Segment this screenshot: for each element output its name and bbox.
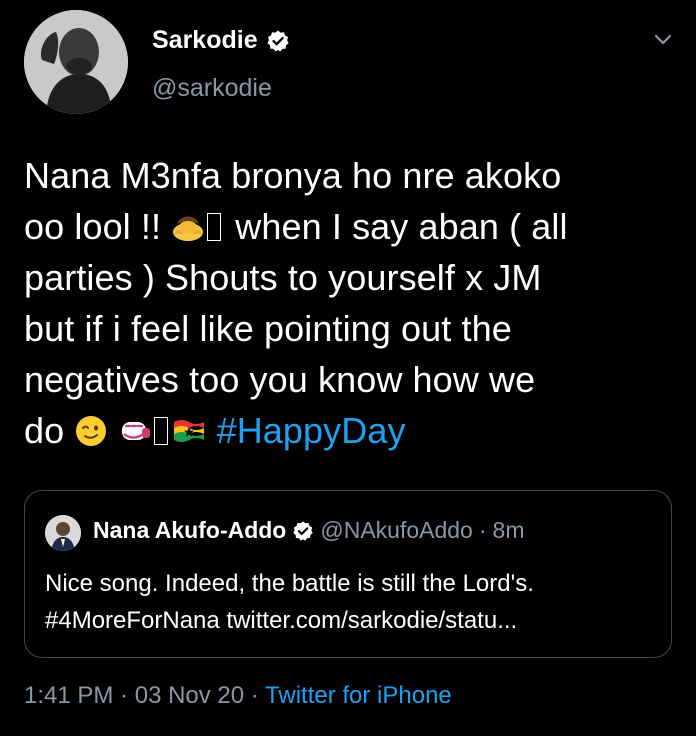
winking-face-emoji [74,414,108,448]
quoted-header: Nana Akufo-Addo @NAkufoAddo · 8m [93,517,524,544]
missing-glyph-icon [207,213,222,241]
tweet-line-3: parties ) Shouts to yourself x JM [24,257,542,298]
tweet-body: Nana M3nfa bronya ho nre akoko oo lool !… [24,150,674,456]
tweet-time[interactable]: 1:41 PM [24,682,113,709]
quoted-body: Nice song. Indeed, the battle is still t… [45,565,655,639]
quoted-line-2: #4MoreForNana twitter.com/sarkodie/statu… [45,607,518,634]
tweet-line-6-start: do [24,410,75,451]
quoted-verified-badge-icon [292,520,314,542]
hashtag-link[interactable]: #HappyDay [217,410,406,451]
verified-badge-icon [266,29,290,53]
tweet-card: Sarkodie @sarkodie Nana M3nfa bronya ho … [0,0,696,736]
missing-glyph-icon-2 [154,417,169,445]
quoted-handle[interactable]: @NAkufoAddo [320,517,473,544]
tweet-line-1: Nana M3nfa bronya ho nre akoko [24,155,562,196]
quoted-timestamp[interactable]: 8m [493,517,525,544]
quoted-avatar-photo [45,515,81,551]
author-name-row: Sarkodie [152,26,290,55]
tweet-line-4: but if i feel like pointing out the [24,308,512,349]
quoted-separator: · [478,517,487,543]
tweet-meta: 1:41 PM · 03 Nov 20 · Twitter for iPhone [24,682,452,710]
chevron-down-icon[interactable] [652,28,674,50]
oncoming-fist-emoji [118,414,152,448]
author-handle[interactable]: @sarkodie [152,74,272,103]
quoted-tweet[interactable]: Nana Akufo-Addo @NAkufoAddo · 8m Nice so… [24,490,672,658]
meta-separator-1: · [113,682,135,709]
ghana-flag-emoji [172,414,206,448]
tweet-source-link[interactable]: Twitter for iPhone [265,682,452,709]
tweet-date[interactable]: 03 Nov 20 [135,682,244,709]
author-avatar[interactable] [24,10,128,114]
tweet-line-5: negatives too you know how we [24,359,536,400]
bowing-person-emoji [171,210,205,244]
quoted-display-name[interactable]: Nana Akufo-Addo [93,517,286,544]
quoted-line-1: Nice song. Indeed, the battle is still t… [45,570,534,597]
tweet-line-2: oo lool !! when I say aban ( all [24,201,674,252]
tweet-line-2-end: when I say aban ( all [225,206,568,247]
quoted-author-avatar[interactable] [45,515,81,551]
tweet-line-2-start: oo lool !! [24,206,172,247]
avatar-photo [24,10,128,114]
author-display-name[interactable]: Sarkodie [152,26,258,55]
tweet-line-6: do #HappyDay [24,405,674,456]
meta-separator-2: · [244,682,266,709]
